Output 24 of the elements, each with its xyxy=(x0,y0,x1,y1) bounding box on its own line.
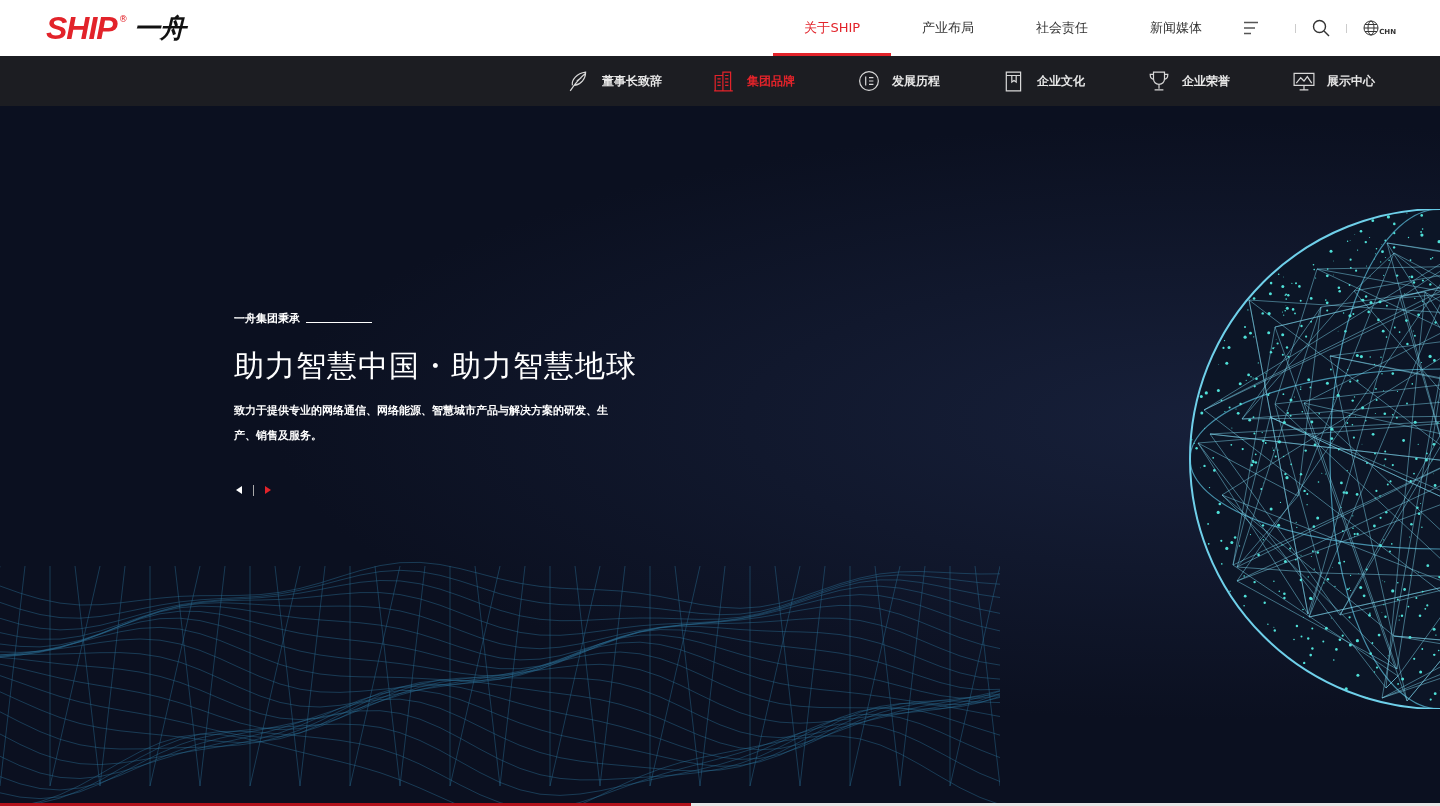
prev-button[interactable] xyxy=(234,484,245,496)
list-icon xyxy=(858,70,880,92)
logo-text[interactable]: SHIP xyxy=(46,9,117,47)
hero-title: 助力智慧中国・助力智慧地球 xyxy=(234,347,638,385)
search-icon[interactable] xyxy=(1312,19,1331,37)
section-tab[interactable]: 董事长致辞 xyxy=(568,56,713,106)
next-button[interactable] xyxy=(262,484,273,496)
registered-mark: ® xyxy=(118,13,128,25)
section-tab[interactable]: 集团品牌 xyxy=(713,56,858,106)
section-tab[interactable]: 发展历程 xyxy=(858,56,1003,106)
nav-link[interactable]: 产业布局 xyxy=(891,0,1006,56)
nav-link[interactable]: 社会责任 xyxy=(1005,0,1120,56)
buildings-icon xyxy=(713,70,735,92)
nav-link[interactable]: 新闻媒体 xyxy=(1119,0,1234,56)
section-tab[interactable]: 企业文化 xyxy=(1003,56,1148,106)
trophy-icon xyxy=(1148,70,1170,92)
globe-icon[interactable] xyxy=(1363,20,1380,36)
section-tab[interactable]: 展示中心 xyxy=(1293,56,1438,106)
menu-icon[interactable] xyxy=(1243,21,1260,35)
monitor-chart-icon xyxy=(1293,70,1315,92)
logo-text[interactable]: 一舟 xyxy=(133,9,186,47)
eyebrow-text: 一舟集团秉承 xyxy=(234,311,300,326)
hero-description: 致力于提供专业的网络通信、网络能源、智慧城市产品与解决方案的研发、生产、销售及服务。 xyxy=(234,403,609,444)
section-tab[interactable]: 企业荣誉 xyxy=(1148,56,1293,106)
